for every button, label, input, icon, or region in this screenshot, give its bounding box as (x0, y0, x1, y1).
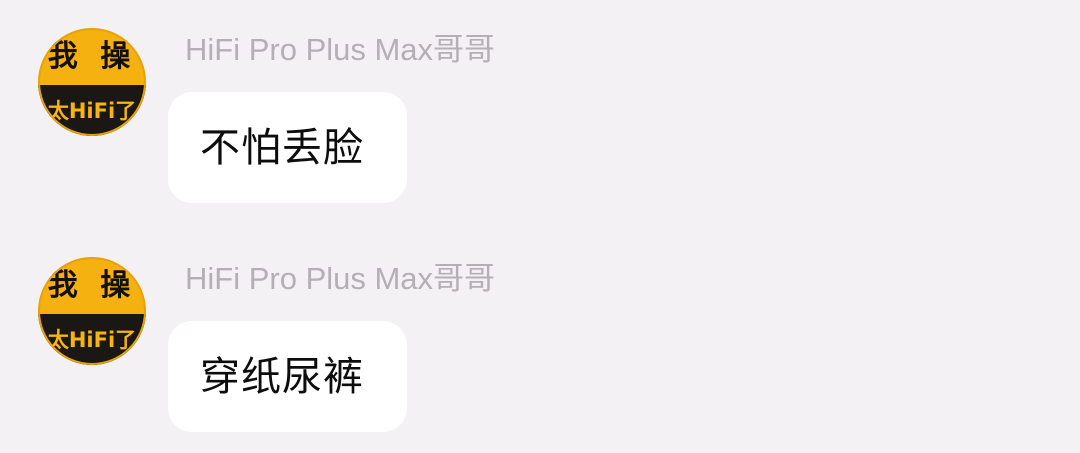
message-bubble[interactable]: 不怕丢脸 (168, 92, 407, 203)
message-text: 穿纸尿裤 (200, 354, 364, 400)
chat-message: 我 操 太HiFi了 HiFi Pro Plus Max哥哥 穿纸尿裤 (0, 229, 1080, 449)
chat-message: 我 操 太HiFi了 HiFi Pro Plus Max哥哥 不怕丢脸 (0, 0, 1080, 220)
message-text: 不怕丢脸 (200, 125, 364, 171)
sender-avatar[interactable]: 我 操 太HiFi了 (38, 257, 146, 365)
sender-avatar[interactable]: 我 操 太HiFi了 (38, 28, 146, 136)
message-bubble[interactable]: 穿纸尿裤 (168, 321, 407, 432)
sender-name[interactable]: HiFi Pro Plus Max哥哥 (185, 30, 495, 70)
sender-name[interactable]: HiFi Pro Plus Max哥哥 (185, 259, 495, 299)
avatar-ring (38, 28, 146, 136)
avatar-ring (38, 257, 146, 365)
